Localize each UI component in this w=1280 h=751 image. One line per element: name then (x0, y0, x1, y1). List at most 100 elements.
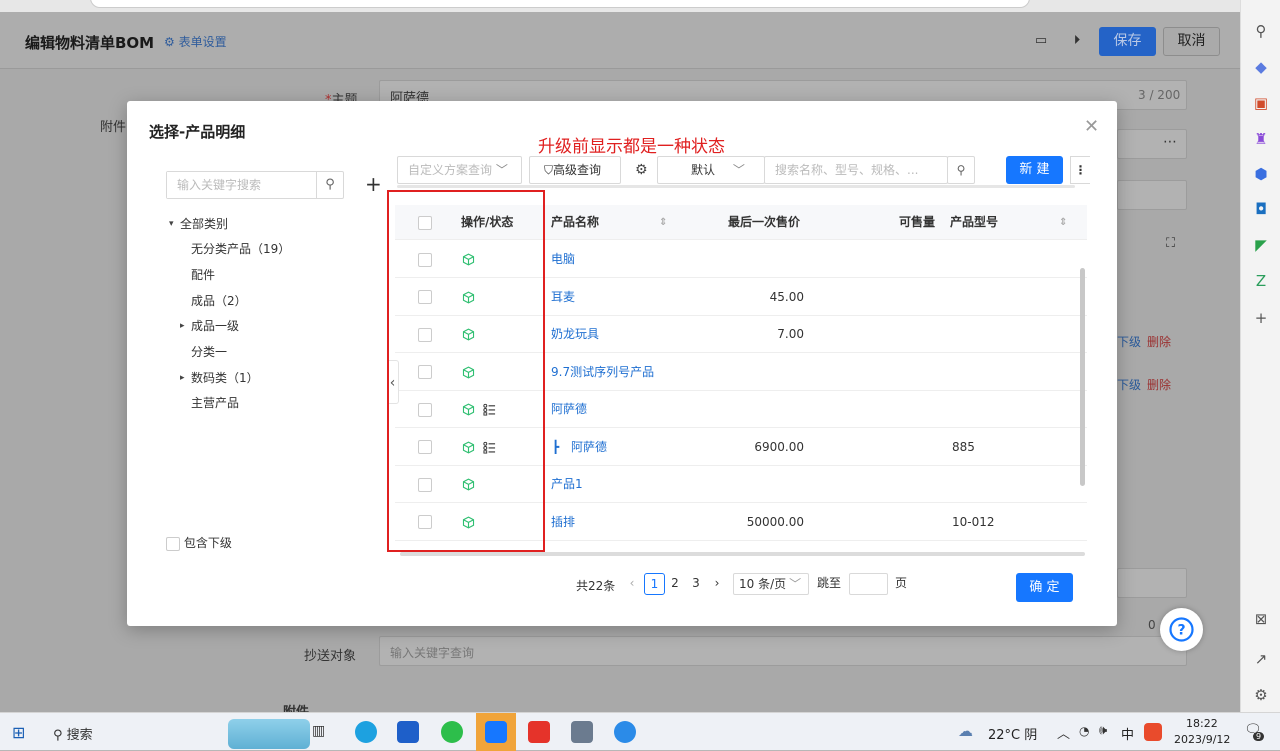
close-icon[interactable]: ✕ (1084, 116, 1099, 137)
page-2[interactable]: 2 (668, 573, 682, 595)
plus-icon[interactable]: + (1251, 308, 1271, 328)
feishu-icon[interactable] (397, 721, 419, 743)
cancel-button[interactable]: 取消 (1163, 27, 1220, 56)
page-1[interactable]: 1 (644, 573, 665, 595)
play-icon[interactable]: ⏵ (1068, 32, 1086, 50)
search-icon[interactable]: ⚲ (316, 172, 343, 198)
column-header-model[interactable]: 产品型号 (950, 205, 999, 240)
form-settings-link[interactable]: ⚙ 表单设置 (164, 33, 227, 50)
office-icon[interactable]: ⬢ (1251, 164, 1271, 184)
bg-field-right-3[interactable] (1117, 568, 1187, 598)
weather-text[interactable]: 22°C 阴 (988, 724, 1037, 743)
screenshot-icon[interactable]: ⊠ (1251, 609, 1271, 629)
windows-start-icon[interactable]: ⊞ (12, 723, 25, 742)
bg-field-right-2[interactable] (1117, 180, 1187, 210)
clock-date[interactable]: 2023/9/12 (1174, 733, 1230, 746)
confirm-button[interactable]: 确 定 (1016, 573, 1073, 602)
product-name-link[interactable]: 阿萨德 (551, 391, 587, 428)
tree-item-digital[interactable]: 数码类（1） (191, 369, 259, 386)
outlook-icon[interactable]: ◘ (1251, 199, 1271, 219)
tree-item-uncategorized[interactable]: 无分类产品（19） (191, 240, 290, 257)
monitor-icon[interactable]: ▭ (1032, 32, 1050, 50)
product-name-link[interactable]: 耳麦 (551, 279, 575, 316)
app-icon[interactable]: Z (1251, 271, 1271, 291)
tree-item-finished[interactable]: 成品（2） (191, 292, 247, 309)
tree-item-main-products[interactable]: 主营产品 (191, 394, 239, 411)
search-icon[interactable]: ⚲ (947, 156, 975, 184)
dingtalk-icon[interactable] (485, 721, 507, 743)
column-header-qty[interactable]: 可售量 (899, 205, 936, 240)
caret-right-icon[interactable]: ▸ (180, 373, 185, 383)
tree-item-category-one[interactable]: 分类一 (191, 343, 227, 360)
product-search-input[interactable]: 搜索名称、型号、规格、... (764, 156, 948, 184)
view-select[interactable]: 默认 ﹀ (657, 156, 765, 184)
checkbox[interactable] (166, 536, 180, 551)
page-size-select[interactable]: 10 条/页 ﹀ (733, 573, 809, 595)
clock-time[interactable]: 18:22 (1186, 717, 1218, 730)
table-vertical-scrollbar[interactable] (1080, 268, 1085, 486)
briefcase-icon[interactable]: ▣ (1251, 93, 1271, 113)
tag-icon[interactable]: ◆ (1251, 57, 1271, 77)
task-view-icon[interactable]: ▥ (312, 723, 325, 739)
caret-down-icon[interactable]: ▾ (169, 219, 174, 229)
send-icon[interactable]: ◤ (1251, 235, 1271, 255)
category-search-input[interactable] (167, 172, 317, 198)
gear-icon[interactable]: ⚙ (635, 162, 648, 178)
edge-browser-icon[interactable] (355, 721, 377, 743)
save-button[interactable]: 保存 (1099, 27, 1156, 56)
delete-link-2[interactable]: 删除 (1147, 376, 1171, 393)
table-horizontal-scrollbar[interactable] (400, 552, 1085, 556)
dialog-title: 选择-产品明细 (149, 123, 246, 141)
lower-level-link-1[interactable]: 下级 (1117, 333, 1141, 350)
tree-item-parts[interactable]: 配件 (191, 266, 215, 283)
browser-address-bar[interactable] (90, 0, 1030, 8)
volume-icon[interactable]: 🕪 (1099, 723, 1107, 738)
wechat-icon[interactable] (441, 721, 463, 743)
new-button[interactable]: 新 建 (1006, 156, 1063, 184)
wps-icon[interactable] (528, 721, 550, 743)
goto-page-input[interactable] (849, 573, 888, 595)
custom-query-select[interactable]: 自定义方案查询 ﹀ (397, 156, 522, 184)
prev-page-icon[interactable]: ‹ (625, 573, 639, 595)
chevron-up-icon[interactable]: ︿ (1057, 723, 1070, 742)
delete-link-1[interactable]: 删除 (1147, 333, 1171, 350)
add-category-icon[interactable]: + (365, 172, 382, 196)
more-icon[interactable]: ⋮ (1070, 156, 1090, 184)
lower-level-link-2[interactable]: 下级 (1117, 376, 1141, 393)
sogou-icon[interactable] (1144, 723, 1162, 741)
external-link-icon[interactable]: ↗ (1251, 649, 1271, 669)
more-icon[interactable]: ⋯ (1163, 134, 1177, 150)
product-name-link[interactable]: 奶龙玩具 (551, 316, 599, 353)
product-name-link[interactable]: 产品1 (551, 466, 583, 503)
sort-icon[interactable]: ⇕ (1059, 205, 1068, 240)
wifi-icon[interactable]: ◔ (1079, 724, 1089, 738)
ime-indicator[interactable]: 中 (1121, 724, 1134, 743)
app-icon[interactable] (614, 721, 636, 743)
tree-item-all[interactable]: 全部类别 (180, 215, 228, 232)
help-button[interactable]: ? (1160, 608, 1203, 651)
chess-icon[interactable]: ♜ (1251, 129, 1271, 149)
last-price (695, 391, 804, 428)
column-header-price[interactable]: 最后一次售价 (728, 205, 801, 240)
product-name-link[interactable]: 9.7测试序列号产品 (551, 354, 654, 391)
caret-right-icon[interactable]: ▸ (180, 321, 185, 331)
product-name-link[interactable]: 插排 (551, 504, 575, 541)
taskbar-search-label: 搜索 (66, 728, 93, 743)
search-icon[interactable]: ⚲ (1251, 21, 1271, 41)
tree-item-finished-level1[interactable]: 成品一级 (191, 317, 239, 334)
product-name-link[interactable]: 阿萨德 (571, 429, 607, 466)
toolbar-scrollbar[interactable] (397, 185, 1075, 188)
last-price: 45.00 (769, 289, 804, 304)
product-name-link[interactable]: 电脑 (551, 241, 575, 278)
sort-icon[interactable]: ⇕ (659, 205, 668, 240)
advanced-query-button[interactable]: ⛉高级查询 (529, 156, 621, 184)
calculator-icon[interactable] (571, 721, 593, 743)
gear-icon[interactable]: ⚙ (1251, 685, 1271, 705)
include-sub-checkbox[interactable]: 包含下级 (166, 534, 232, 551)
page-3[interactable]: 3 (689, 573, 703, 595)
column-header-name[interactable]: 产品名称 (551, 205, 600, 240)
fullscreen-icon[interactable]: ⛶ (1166, 236, 1175, 251)
next-page-icon[interactable]: › (710, 573, 724, 595)
cc-input[interactable] (379, 636, 1187, 666)
taskbar-search[interactable]: ⚲ 搜索 (53, 724, 93, 743)
